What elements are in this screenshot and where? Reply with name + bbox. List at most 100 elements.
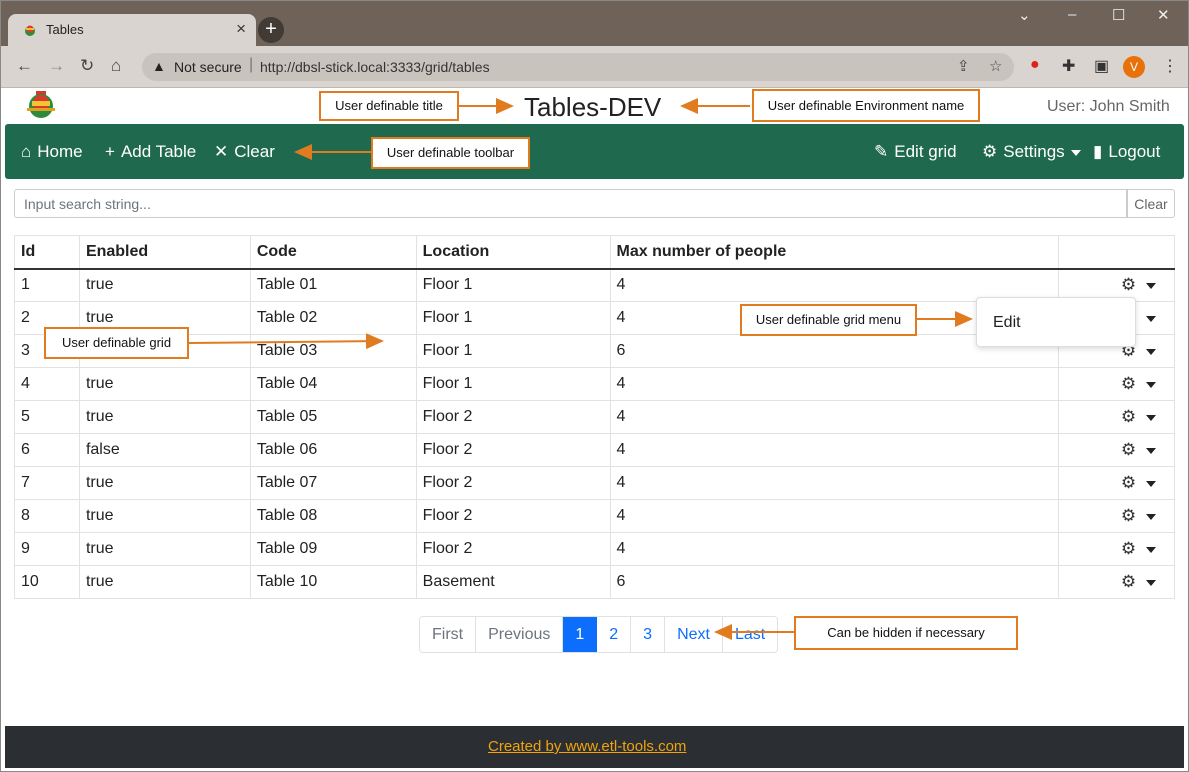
reload-icon[interactable]: ↻ [80, 56, 94, 76]
cell-id: 6 [14, 433, 80, 467]
column-header-actions [1058, 235, 1175, 270]
logout-button[interactable]: ▮ Logout [1093, 142, 1160, 162]
gear-icon: ⚙ [1120, 473, 1137, 492]
cell-code: Table 06 [249, 433, 417, 467]
row-menu-cell: ⚙ [1058, 499, 1175, 533]
app-footer: Created by www.etl-tools.com [5, 726, 1184, 768]
search-input[interactable] [14, 189, 1127, 218]
gear-icon: ⚙ [1120, 407, 1137, 426]
url-text[interactable]: http://dbsl-stick.local:3333/grid/tables [260, 59, 490, 75]
browser-menu-icon[interactable]: ⋮ [1162, 56, 1178, 76]
extensions-puzzle-icon[interactable]: ✚ [1062, 56, 1075, 76]
row-menu-button[interactable]: ⚙ [1083, 506, 1157, 525]
callout-toolbar: User definable toolbar [371, 137, 530, 169]
row-menu-button[interactable]: ⚙ [1083, 374, 1157, 393]
cell-max-people: 4 [609, 367, 1060, 401]
cell-code: Table 01 [249, 268, 417, 302]
cell-id: 8 [14, 499, 80, 533]
edit-grid-button[interactable]: ✎ Edit grid [874, 142, 957, 162]
settings-dropdown[interactable]: ⚙ Settings [982, 142, 1082, 162]
back-icon[interactable]: ← [16, 56, 33, 76]
cell-enabled: true [78, 466, 251, 500]
table-row[interactable]: 10 true Table 10 Basement 6 ⚙ [14, 565, 1175, 599]
new-tab-button[interactable]: + [258, 17, 284, 43]
cell-id: 10 [14, 565, 80, 599]
cell-enabled: true [78, 367, 251, 401]
page-previous-button[interactable]: Previous [476, 617, 564, 652]
row-menu-button[interactable]: ⚙ [1083, 407, 1157, 426]
pagination: First Previous 1 2 3 Next Last [419, 616, 779, 653]
chevron-down-icon [1146, 414, 1157, 421]
page-3-button[interactable]: 3 [631, 617, 666, 652]
profile-avatar[interactable]: V [1123, 56, 1145, 78]
table-row[interactable]: 5 true Table 05 Floor 2 4 ⚙ [14, 400, 1175, 434]
column-header-id[interactable]: Id [14, 235, 80, 270]
row-menu-button[interactable]: ⚙ [1083, 473, 1157, 492]
cell-code: Table 08 [249, 499, 417, 533]
table-row[interactable]: 9 true Table 09 Floor 2 4 ⚙ [14, 532, 1175, 566]
cell-id: 9 [14, 532, 80, 566]
home-button[interactable]: ⌂ Home [21, 142, 83, 162]
cell-max-people: 4 [609, 466, 1060, 500]
url-separator: | [249, 56, 254, 73]
page-1-button[interactable]: 1 [563, 617, 598, 652]
column-header-code[interactable]: Code [249, 235, 417, 270]
callout-title: User definable title [319, 91, 459, 121]
chevron-down-icon [1146, 480, 1157, 487]
minimize-button[interactable]: – [1068, 6, 1076, 23]
table-row[interactable]: 4 true Table 04 Floor 1 4 ⚙ [14, 367, 1175, 401]
security-label[interactable]: Not secure [174, 59, 242, 75]
row-menu-button[interactable]: ⚙ [1083, 275, 1157, 294]
search-clear-button[interactable]: Clear [1127, 189, 1175, 218]
cell-enabled: true [78, 400, 251, 434]
browser-tab[interactable]: Tables × [8, 14, 256, 46]
clear-button[interactable]: ✕ Clear [214, 142, 275, 162]
door-icon: ▮ [1093, 142, 1103, 161]
page-first-button[interactable]: First [420, 617, 477, 652]
plus-icon: + [105, 142, 115, 161]
cell-enabled: true [78, 268, 251, 302]
chevron-down-icon [1146, 283, 1157, 290]
home-icon[interactable]: ⌂ [111, 56, 121, 76]
column-header-enabled[interactable]: Enabled [78, 235, 251, 270]
page-next-button[interactable]: Next [665, 617, 723, 652]
cell-location: Floor 1 [415, 301, 611, 335]
close-window-button[interactable]: ✕ [1157, 6, 1170, 24]
cell-max-people: 4 [609, 499, 1060, 533]
add-table-button[interactable]: + Add Table [105, 142, 196, 162]
cell-max-people: 4 [609, 433, 1060, 467]
maximize-button[interactable]: ☐ [1112, 6, 1125, 24]
footer-link[interactable]: Created by www.etl-tools.com [488, 738, 686, 755]
bookmark-star-icon[interactable]: ☆ [989, 57, 1002, 75]
x-icon: ✕ [214, 142, 229, 161]
callout-pagination: Can be hidden if necessary [794, 616, 1018, 650]
row-menu-button[interactable]: ⚙ [1083, 572, 1157, 591]
table-row[interactable]: 8 true Table 08 Floor 2 4 ⚙ [14, 499, 1175, 533]
column-header-max-people[interactable]: Max number of people [609, 235, 1060, 270]
row-menu-button[interactable]: ⚙ [1083, 539, 1157, 558]
gear-icon: ⚙ [1120, 374, 1137, 393]
row-menu-edit-item[interactable]: Edit [993, 314, 1021, 332]
table-row[interactable]: 7 true Table 07 Floor 2 4 ⚙ [14, 466, 1175, 500]
cell-enabled: true [78, 565, 251, 599]
page-last-button[interactable]: Last [722, 617, 778, 652]
omnibox[interactable]: ▲ Not secure | http://dbsl-stick.local:3… [142, 53, 1014, 81]
row-menu-button[interactable]: ⚙ [1083, 440, 1157, 459]
side-panel-icon[interactable]: ▣ [1094, 56, 1109, 76]
column-header-location[interactable]: Location [415, 235, 611, 270]
tab-search-icon[interactable]: ⌄ [1018, 6, 1031, 24]
gear-icon: ⚙ [1120, 506, 1137, 525]
table-row[interactable]: 6 false Table 06 Floor 2 4 ⚙ [14, 433, 1175, 467]
share-icon[interactable]: ⇪ [957, 57, 970, 75]
cell-code: Table 09 [249, 532, 417, 566]
extension-shield-icon[interactable]: ● [1030, 56, 1040, 74]
tab-close-icon[interactable]: × [236, 19, 246, 39]
cell-location: Floor 1 [415, 367, 611, 401]
cell-id: 7 [14, 466, 80, 500]
cell-location: Floor 2 [415, 433, 611, 467]
warning-icon[interactable]: ▲ [152, 58, 166, 74]
forward-icon[interactable]: → [48, 56, 65, 76]
page-2-button[interactable]: 2 [597, 617, 632, 652]
cell-location: Floor 2 [415, 499, 611, 533]
house-icon: ⌂ [21, 142, 32, 161]
